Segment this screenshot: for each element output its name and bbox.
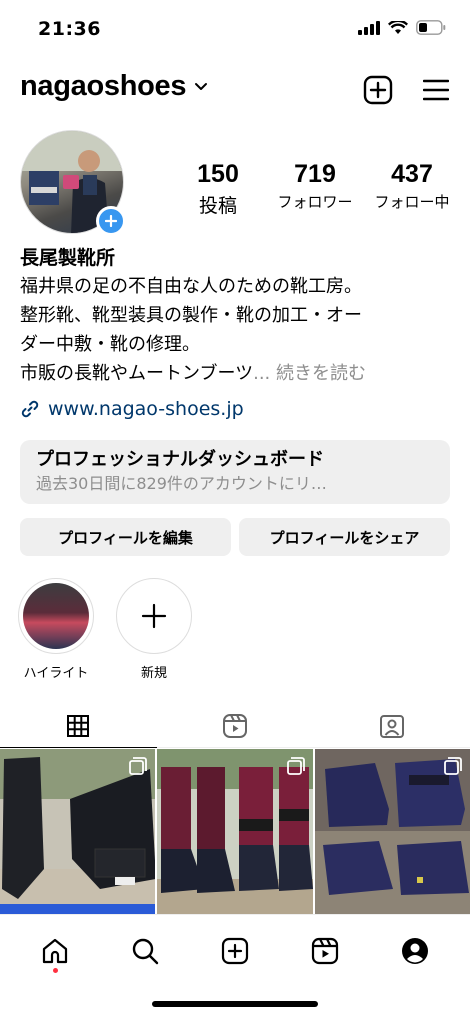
username: nagaoshoes: [20, 70, 187, 102]
plus-icon: [105, 215, 117, 227]
stat-following[interactable]: 437 フォロー中: [364, 160, 460, 218]
followers-count: 719: [294, 160, 336, 188]
menu-button[interactable]: [420, 74, 452, 106]
read-more-link[interactable]: 続きを読む: [276, 363, 366, 384]
tab-profile[interactable]: [391, 927, 439, 975]
new-highlight-button[interactable]: 新規: [116, 578, 192, 681]
grid-icon: [67, 714, 90, 737]
profile-bio: 長尾製靴所 福井県の足の不自由な人のための靴工房。 整形靴、靴型装具の製作・靴の…: [20, 244, 460, 420]
link-icon: [21, 400, 39, 418]
content-tabs: [0, 704, 470, 748]
highlight-label: ハイライト: [23, 666, 89, 681]
bio-line: 整形靴、靴型装具の製作・靴の加工・オー: [20, 305, 362, 326]
profile-avatar-icon: [402, 937, 428, 964]
plus-square-icon: [363, 75, 393, 105]
posts-count: 150: [197, 160, 239, 188]
multiple-posts-icon: [286, 757, 305, 775]
search-icon: [132, 938, 159, 964]
website-link[interactable]: www.nagao-shoes.jp: [20, 398, 460, 420]
professional-dashboard[interactable]: プロフェッショナルダッシュボード 過去30日間に829件のアカウントにリ…: [20, 440, 450, 504]
profile-stats: 150 投稿 719 フォロワー 437 フォロー中: [170, 160, 460, 218]
bio-line-text: 市販の長靴やムートンブーツ: [20, 363, 254, 384]
bio-ellipsis: ...: [253, 363, 271, 384]
account-switcher[interactable]: nagaoshoes: [20, 70, 208, 103]
chevron-down-icon: [195, 83, 208, 90]
new-highlight-circle: [116, 578, 192, 654]
home-icon: [42, 938, 68, 963]
bio-line: 福井県の足の不自由な人のための靴工房。: [20, 276, 362, 297]
tab-search[interactable]: [121, 927, 169, 975]
reels-icon: [311, 937, 339, 964]
highlight-thumbnail: [23, 583, 89, 649]
status-icons: [358, 20, 446, 35]
posts-label: 投稿: [198, 195, 237, 217]
post-thumbnail[interactable]: [0, 749, 156, 914]
tab-tagged[interactable]: [313, 704, 470, 747]
edit-profile-button[interactable]: プロフィールを編集: [20, 518, 231, 556]
tab-reels-nav[interactable]: [301, 927, 349, 975]
plus-square-icon: [221, 937, 249, 964]
tab-posts-grid[interactable]: [0, 704, 157, 748]
display-name: 長尾製靴所: [20, 247, 116, 269]
profile-avatar[interactable]: [20, 130, 126, 236]
highlight-item[interactable]: ハイライト: [18, 578, 94, 681]
tab-reels[interactable]: [157, 704, 314, 747]
share-profile-button[interactable]: プロフィールをシェア: [239, 518, 450, 556]
home-indicator: [152, 1001, 318, 1007]
post-thumbnail[interactable]: [314, 749, 470, 914]
battery-icon: [416, 20, 446, 35]
profile-actions: プロフィールを編集 プロフィールをシェア: [20, 518, 450, 556]
notification-dot: [53, 967, 58, 973]
status-bar: 21:36: [0, 0, 470, 58]
followers-label: フォロワー: [277, 193, 353, 211]
add-story-button[interactable]: [96, 206, 126, 236]
reels-icon: [223, 713, 247, 738]
multiple-posts-icon: [129, 757, 148, 775]
create-button[interactable]: [362, 74, 394, 106]
posts-grid: [0, 749, 470, 914]
story-highlights: ハイライト 新規: [18, 578, 192, 681]
tab-home[interactable]: [31, 927, 79, 975]
status-time: 21:36: [38, 18, 101, 40]
bottom-tab-bar: [0, 914, 470, 986]
profile-header: nagaoshoes: [0, 68, 470, 112]
bio-line: ダー中敷・靴の修理。: [20, 334, 200, 355]
stat-posts[interactable]: 150 投稿: [170, 160, 266, 218]
tab-create[interactable]: [211, 927, 259, 975]
wifi-icon: [388, 20, 408, 34]
new-highlight-label: 新規: [140, 666, 167, 681]
plus-icon: [141, 603, 167, 629]
website-url: www.nagao-shoes.jp: [48, 398, 244, 420]
cellular-signal-icon: [358, 20, 380, 35]
dashboard-subtitle: 過去30日間に829件のアカウントにリ…: [36, 474, 327, 493]
bio-line-truncated: 市販の長靴やムートンブーツ... 続きを読む: [20, 359, 460, 388]
multiple-posts-icon: [444, 757, 462, 775]
following-count: 437: [391, 160, 433, 188]
hamburger-menu-icon: [423, 79, 449, 101]
following-label: フォロー中: [374, 193, 450, 211]
stat-followers[interactable]: 719 フォロワー: [267, 160, 363, 218]
post-thumbnail[interactable]: [157, 749, 313, 914]
dashboard-title: プロフェッショナルダッシュボード: [36, 449, 324, 470]
tagged-person-icon: [379, 714, 404, 738]
highlight-cover: [18, 578, 94, 654]
